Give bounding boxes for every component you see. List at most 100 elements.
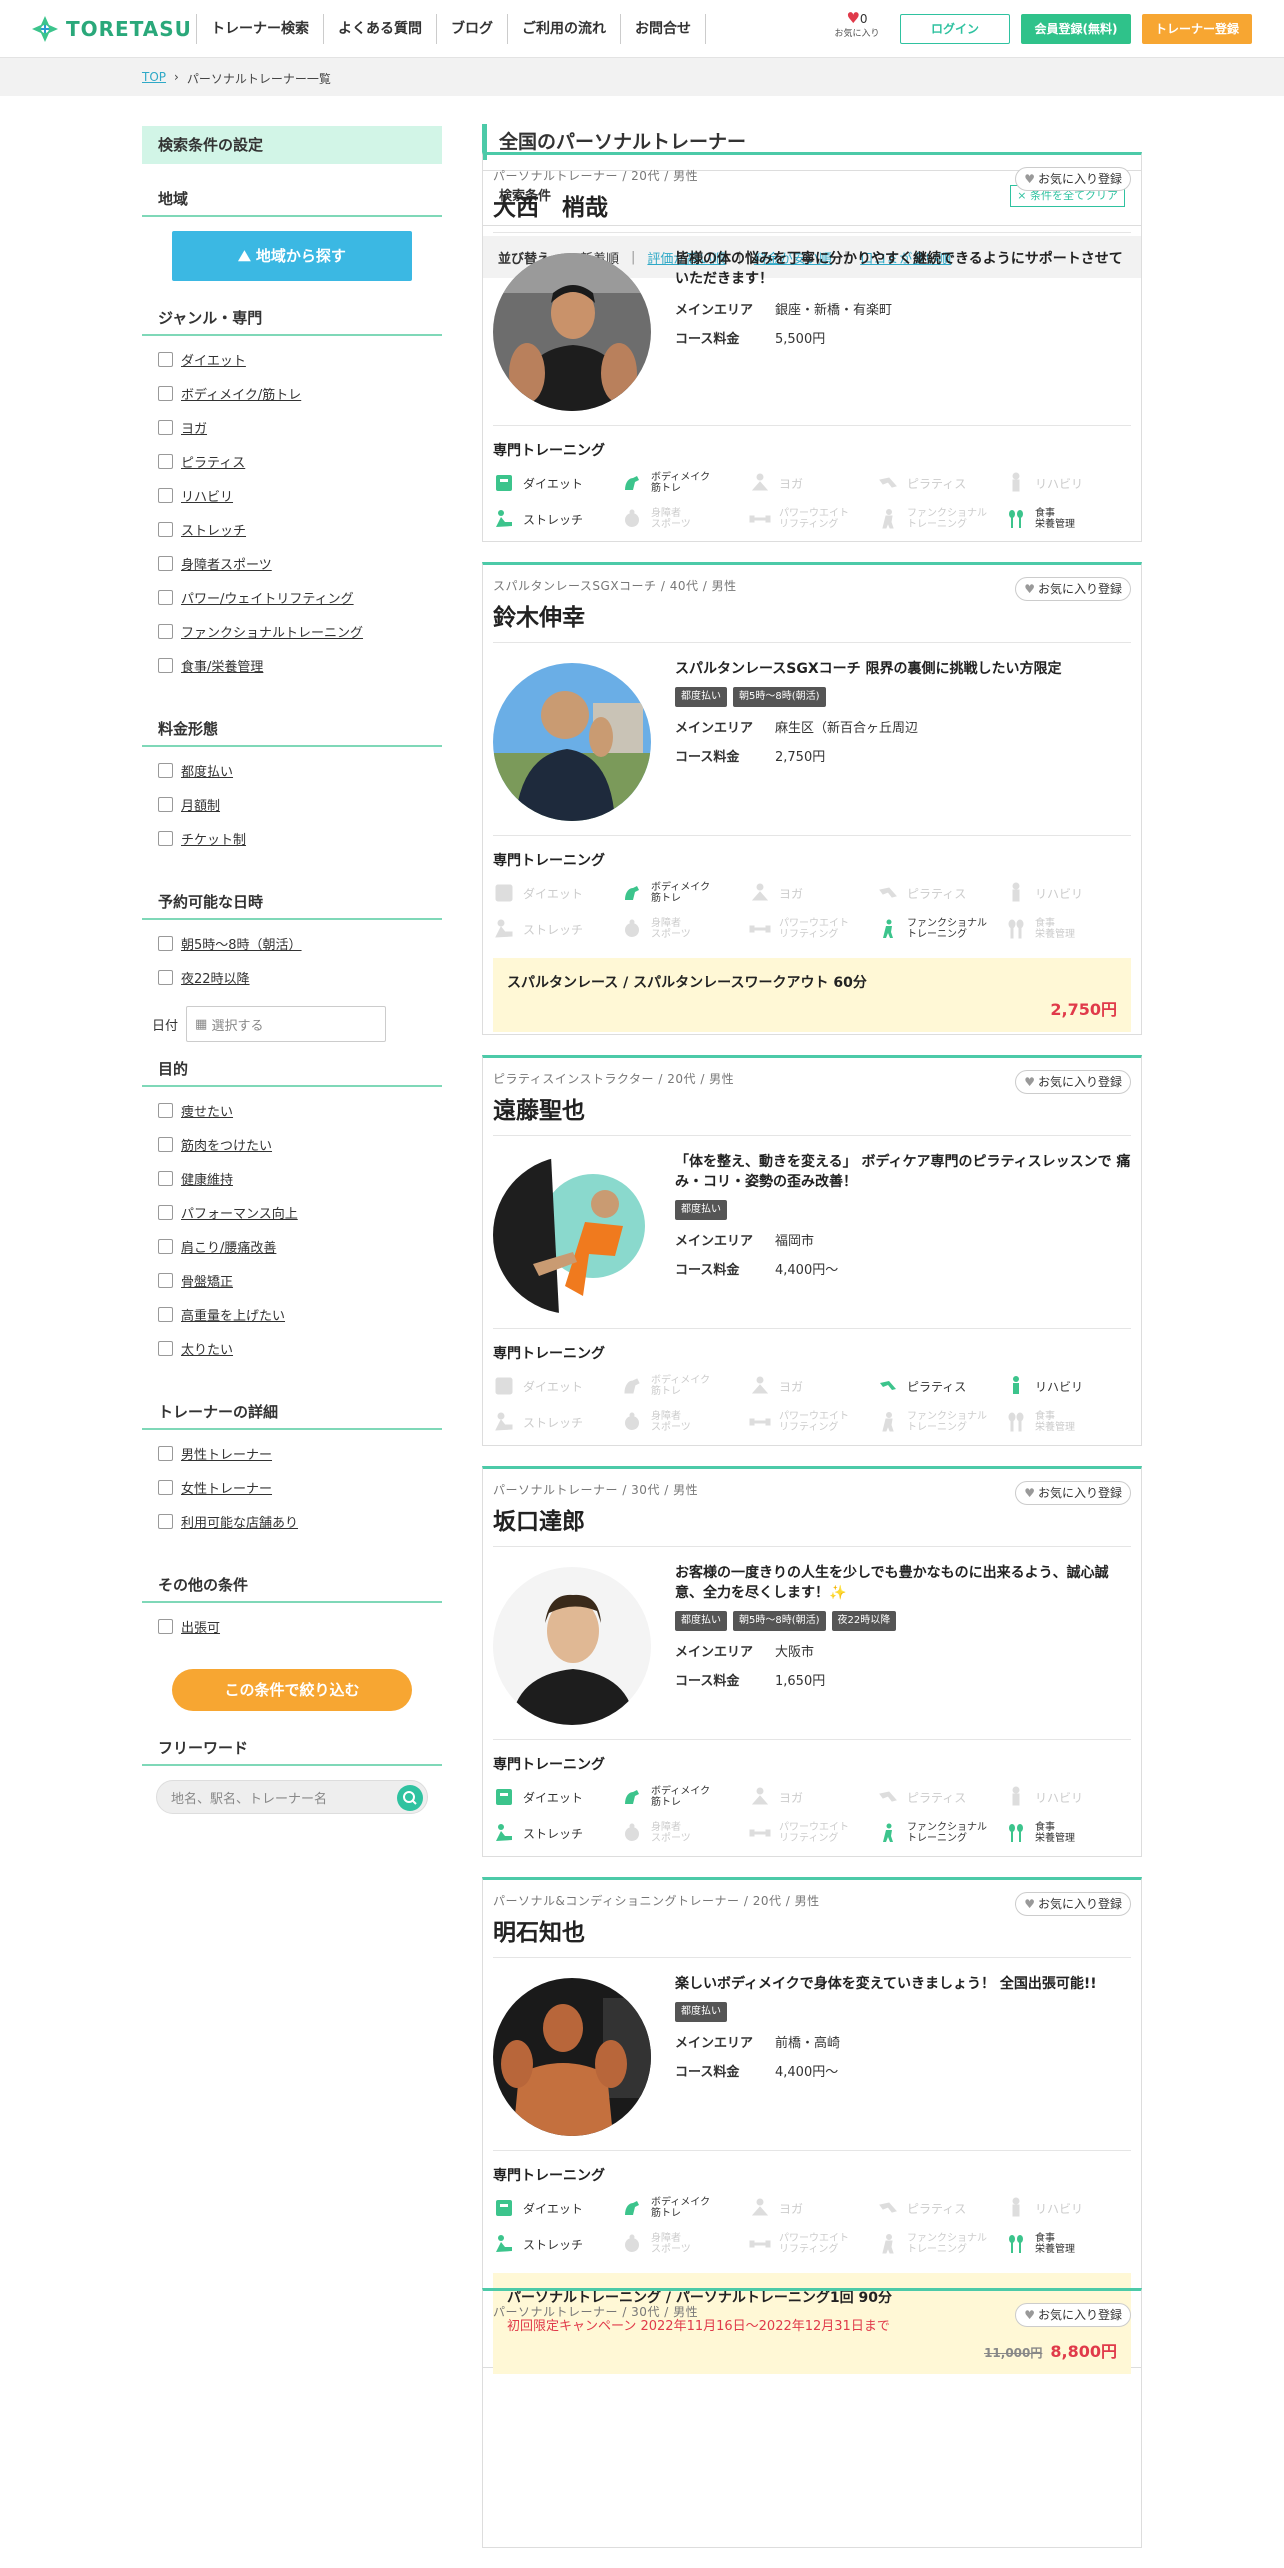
filter-checkbox-item[interactable]: 出張可 <box>142 1609 442 1643</box>
nav-faq[interactable]: よくある質問 <box>323 14 436 44</box>
filter-checkbox-item[interactable]: ピラティス <box>142 444 442 478</box>
trainer-name[interactable]: 大西 梢哉 <box>493 188 1131 233</box>
checkbox[interactable] <box>158 521 173 537</box>
filter-checkbox-item[interactable]: 月額制 <box>142 787 442 821</box>
filter-checkbox-item[interactable]: 女性トレーナー <box>142 1470 442 1504</box>
nav-blog[interactable]: ブログ <box>436 14 507 44</box>
filter-checkbox-item[interactable]: 夜22時以降 <box>142 960 442 994</box>
checkbox[interactable] <box>158 1306 173 1322</box>
checkbox[interactable] <box>158 762 173 778</box>
specialty-label-line: パワーウエイト <box>779 1411 849 1422</box>
filter-checkbox-item[interactable]: ボディメイク/筋トレ <box>142 376 442 410</box>
trainer-name[interactable]: 鈴木伸幸 <box>493 598 1131 643</box>
nutrition-icon <box>1005 1411 1027 1433</box>
checkbox[interactable] <box>158 487 173 503</box>
add-favorite-button[interactable]: ♥ お気に入り登録 <box>1015 1070 1131 1094</box>
filter-checkbox-item[interactable]: 高重量を上げたい <box>142 1297 442 1331</box>
checkbox[interactable] <box>158 1272 173 1288</box>
search-icon[interactable] <box>397 1785 423 1811</box>
trainer-photo[interactable] <box>493 1978 651 2136</box>
checkbox[interactable] <box>158 1513 173 1529</box>
specialty-item: 食事 栄養管理 <box>1005 2227 1133 2261</box>
checkbox[interactable] <box>158 453 173 469</box>
checkbox[interactable] <box>158 1102 173 1118</box>
specialty-label: パワーウエイト リフティング <box>779 1822 849 1844</box>
filter-checkbox-item[interactable]: ストレッチ <box>142 512 442 546</box>
checkbox[interactable] <box>158 969 173 985</box>
filter-checkbox-item[interactable]: チケット制 <box>142 821 442 855</box>
trainer-photo[interactable] <box>493 253 651 411</box>
member-register-button[interactable]: 会員登録(無料) <box>1021 14 1131 44</box>
checkbox[interactable] <box>158 589 173 605</box>
trainer-name[interactable]: 遠藤聖也 <box>493 1091 1131 1136</box>
trainer-photo[interactable] <box>493 1156 651 1314</box>
filter-checkbox-item[interactable]: パワー/ウェイトリフティング <box>142 580 442 614</box>
filter-checkbox-item[interactable]: 男性トレーナー <box>142 1436 442 1470</box>
nav-trainer-search[interactable]: トレーナー検索 <box>196 14 323 44</box>
checkbox[interactable] <box>158 1445 173 1461</box>
checkbox[interactable] <box>158 1170 173 1186</box>
specialty-label-line: ボディメイク <box>651 2197 711 2208</box>
checkbox[interactable] <box>158 796 173 812</box>
checkbox[interactable] <box>158 830 173 846</box>
free-word-input[interactable]: 地名、駅名、トレーナー名 <box>156 1780 428 1814</box>
nav-flow[interactable]: ご利用の流れ <box>507 14 620 44</box>
checkbox[interactable] <box>158 1238 173 1254</box>
filter-checkbox-item[interactable]: パフォーマンス向上 <box>142 1195 442 1229</box>
filter-checkbox-item[interactable]: 身障者スポーツ <box>142 546 442 580</box>
add-favorite-button[interactable]: ♥ お気に入り登録 <box>1015 1481 1131 1505</box>
filter-checkbox-item[interactable]: 利用可能な店舗あり <box>142 1504 442 1538</box>
filter-checkbox-item[interactable]: 痩せたい <box>142 1093 442 1127</box>
add-favorite-button[interactable]: ♥ お気に入り登録 <box>1015 2303 1131 2327</box>
area-search-button[interactable]: ⛰ 地域から探す <box>172 231 412 281</box>
filter-checkbox-item[interactable]: ファンクショナルトレーニング <box>142 614 442 648</box>
filter-checkbox-item[interactable]: 筋肉をつけたい <box>142 1127 442 1161</box>
date-input[interactable]: ▦ 選択する <box>186 1006 387 1042</box>
trainer-register-button[interactable]: トレーナー登録 <box>1142 14 1252 44</box>
trainer-name[interactable]: 坂口達郎 <box>493 1502 1131 1547</box>
filter-checkbox-item[interactable]: 太りたい <box>142 1331 442 1365</box>
breadcrumb-top[interactable]: TOP <box>142 70 166 87</box>
specialty-item: 身障者 スポーツ <box>621 502 749 536</box>
filter-checkbox-item[interactable]: 都度払い <box>142 753 442 787</box>
nav-contact[interactable]: お問合せ <box>620 14 706 44</box>
filter-checkbox-item[interactable]: 肩こり/腰痛改善 <box>142 1229 442 1263</box>
checkbox[interactable] <box>158 351 173 367</box>
filter-checkbox-item[interactable]: ヨガ <box>142 410 442 444</box>
add-favorite-button[interactable]: ♥ お気に入り登録 <box>1015 167 1131 191</box>
filter-checkbox-item[interactable]: 骨盤矯正 <box>142 1263 442 1297</box>
favorites-link[interactable]: ♥0 お気に入り <box>830 10 884 39</box>
trainer-photo[interactable] <box>493 1567 651 1725</box>
course-box[interactable]: スパルタンレース / スパルタンレースワークアウト 60分 2,750円 <box>493 958 1131 1032</box>
checkbox[interactable] <box>158 657 173 673</box>
filter-checkbox-item[interactable]: 健康維持 <box>142 1161 442 1195</box>
add-favorite-button[interactable]: ♥ お気に入り登録 <box>1015 1892 1131 1916</box>
checkbox[interactable] <box>158 1618 173 1634</box>
login-button[interactable]: ログイン <box>900 14 1010 44</box>
checkbox[interactable] <box>158 1136 173 1152</box>
heart-icon: ♥ <box>1024 2308 1035 2322</box>
narrow-search-button[interactable]: この条件で絞り込む <box>172 1669 412 1711</box>
specialty-label-line: 食事 <box>1035 1822 1055 1833</box>
checkbox-label: 高重量を上げたい <box>181 1308 286 1324</box>
heart-icon: ♥ <box>1024 582 1035 596</box>
checkbox[interactable] <box>158 385 173 401</box>
checkbox[interactable] <box>158 1204 173 1220</box>
checkbox[interactable] <box>158 555 173 571</box>
trainer-name[interactable]: 明石知也 <box>493 1913 1131 1958</box>
checkbox[interactable] <box>158 419 173 435</box>
filter-checkbox-item[interactable]: リハビリ <box>142 478 442 512</box>
filter-checkbox-item[interactable]: 朝5時～8時（朝活） <box>142 926 442 960</box>
filter-checkbox-item[interactable]: 食事/栄養管理 <box>142 648 442 682</box>
specialty-item: パワーウエイト リフティング <box>749 502 877 536</box>
checkbox[interactable] <box>158 1340 173 1356</box>
filter-checkbox-item[interactable]: ダイエット <box>142 342 442 376</box>
checkbox[interactable] <box>158 935 173 951</box>
checkbox[interactable] <box>158 623 173 639</box>
logo[interactable]: TORETASU <box>30 14 192 44</box>
trainer-photo[interactable] <box>493 663 651 821</box>
checkbox[interactable] <box>158 1479 173 1495</box>
specialty-item: ファンクショナル トレーニング <box>877 2227 1005 2261</box>
specialty-item: 食事 栄養管理 <box>1005 912 1133 946</box>
add-favorite-button[interactable]: ♥ お気に入り登録 <box>1015 577 1131 601</box>
